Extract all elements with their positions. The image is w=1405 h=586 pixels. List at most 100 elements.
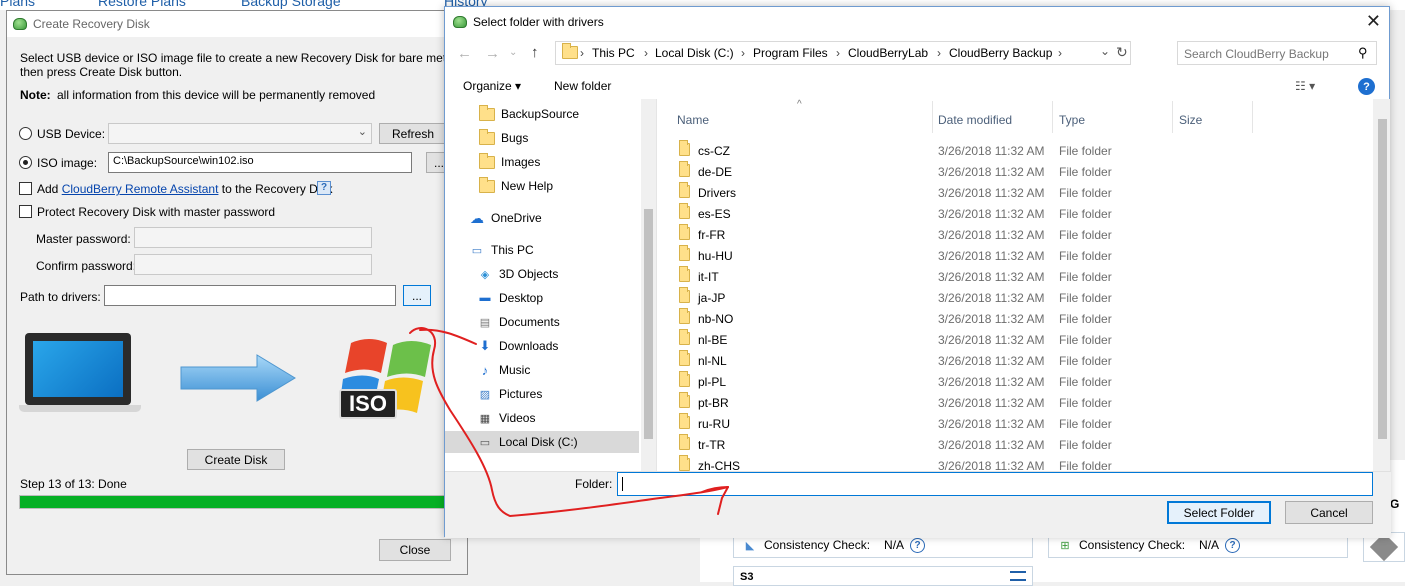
nav-scrollbar[interactable] — [641, 99, 656, 471]
breadcrumb-local-disk[interactable]: Local Disk (C:) — [655, 46, 734, 60]
column-size[interactable]: Size — [1179, 113, 1202, 127]
file-name: pt-BR — [698, 396, 729, 410]
file-row[interactable]: hu-HU 3/26/2018 11:32 AM File folder — [667, 245, 1367, 266]
file-row[interactable]: nb-NO 3/26/2018 11:32 AM File folder — [667, 308, 1367, 329]
confirm-password-input[interactable] — [134, 254, 372, 275]
address-bar[interactable]: › This PC › Local Disk (C:) › Program Fi… — [555, 41, 1131, 65]
drivers-browse-button[interactable]: ... — [403, 285, 431, 306]
desktop-icon: ▬ — [479, 292, 491, 304]
folder-icon — [679, 308, 690, 327]
file-row[interactable]: pl-PL 3/26/2018 11:32 AM File folder — [667, 371, 1367, 392]
iso-path-input[interactable]: C:\BackupSource\win102.iso — [108, 152, 412, 173]
nav-label: Desktop — [499, 291, 544, 305]
file-scrollbar[interactable] — [1375, 99, 1390, 471]
organize-menu[interactable]: Organize ▾ — [463, 79, 521, 93]
column-divider — [1052, 101, 1053, 133]
chevron-down-icon: ⌄ — [357, 126, 367, 138]
nav-item-this-pc[interactable]: ▭ This PC — [469, 239, 534, 261]
protect-password-checkbox[interactable] — [19, 205, 32, 218]
refresh-icon[interactable]: ↻ — [1116, 44, 1128, 61]
nav-label: Pictures — [499, 387, 543, 401]
nav-item-backupsource[interactable]: BackupSource — [479, 103, 579, 125]
nav-label: Videos — [499, 411, 536, 425]
file-type: File folder — [1059, 249, 1112, 263]
usb-device-select[interactable]: ⌄ — [108, 123, 372, 144]
tab-restore-plans[interactable]: Restore Plans — [98, 0, 186, 9]
master-password-input[interactable] — [134, 227, 372, 248]
add-suffix: to the Recovery Disk — [221, 182, 333, 196]
create-disk-button[interactable]: Create Disk — [187, 449, 285, 470]
file-row[interactable]: es-ES 3/26/2018 11:32 AM File folder — [667, 203, 1367, 224]
file-row[interactable]: tr-TR 3/26/2018 11:32 AM File folder — [667, 434, 1367, 455]
column-type[interactable]: Type — [1059, 113, 1085, 127]
nav-item-videos[interactable]: ▦ Videos — [477, 407, 536, 429]
search-box[interactable]: Search CloudBerry Backup ⚲ — [1177, 41, 1377, 65]
file-row[interactable]: de-DE 3/26/2018 11:32 AM File folder — [667, 161, 1367, 182]
nav-item-downloads[interactable]: ⬇ Downloads — [477, 335, 559, 357]
file-name: tr-TR — [698, 438, 726, 452]
file-date: 3/26/2018 11:32 AM — [938, 438, 1045, 452]
folder-input[interactable] — [617, 472, 1373, 496]
nav-item-new-help[interactable]: New Help — [479, 175, 553, 197]
nav-item-3d-objects[interactable]: ◈ 3D Objects — [477, 263, 559, 285]
file-date: 3/26/2018 11:32 AM — [938, 354, 1045, 368]
file-row[interactable]: ru-RU 3/26/2018 11:32 AM File folder — [667, 413, 1367, 434]
file-row[interactable]: it-IT 3/26/2018 11:32 AM File folder — [667, 266, 1367, 287]
file-row[interactable]: nl-BE 3/26/2018 11:32 AM File folder — [667, 329, 1367, 350]
help-icon[interactable]: ? — [1358, 78, 1375, 95]
search-icon: ⚲ — [1358, 45, 1368, 60]
tab-plans[interactable]: Plans — [0, 0, 35, 9]
nav-item-onedrive[interactable]: ☁ OneDrive — [469, 207, 542, 229]
tab-backup-storage[interactable]: Backup Storage — [241, 0, 341, 9]
file-row[interactable]: pt-BR 3/26/2018 11:32 AM File folder — [667, 392, 1367, 413]
view-options-icon[interactable]: ☷ ▾ — [1295, 79, 1315, 93]
column-name[interactable]: Name — [677, 113, 709, 127]
select-folder-button[interactable]: Select Folder — [1167, 501, 1271, 524]
file-row[interactable]: ja-JP 3/26/2018 11:32 AM File folder — [667, 287, 1367, 308]
breadcrumb-cloudberrylab[interactable]: CloudBerryLab — [848, 46, 928, 60]
back-arrow-icon[interactable]: ← — [457, 45, 472, 62]
up-arrow-icon[interactable]: ↑ — [531, 44, 539, 61]
address-dropdown-icon[interactable]: ⌄ — [1100, 44, 1110, 58]
nav-scrollbar-thumb[interactable] — [644, 209, 653, 439]
close-button[interactable]: Close — [379, 539, 451, 561]
refresh-button[interactable]: Refresh — [379, 123, 447, 144]
nav-item-desktop[interactable]: ▬ Desktop — [477, 287, 544, 309]
file-row[interactable]: nl-NL 3/26/2018 11:32 AM File folder — [667, 350, 1367, 371]
menu-icon[interactable] — [1010, 571, 1026, 581]
iso-image-radio[interactable] — [19, 156, 32, 169]
nav-item-images[interactable]: Images — [479, 151, 540, 173]
recent-chevron-icon[interactable]: ⌄ — [509, 47, 517, 58]
breadcrumb-this-pc[interactable]: This PC — [592, 46, 635, 60]
close-icon[interactable]: ✕ — [1366, 11, 1381, 32]
help-icon[interactable]: ? — [910, 537, 926, 553]
file-row[interactable]: zh-CHS 3/26/2018 11:32 AM File folder — [667, 455, 1367, 471]
navigation-pane: BackupSource Bugs Images New Help ☁ OneD… — [445, 99, 657, 471]
nav-item-music[interactable]: ♪ Music — [477, 359, 531, 381]
help-icon[interactable]: ? — [1225, 537, 1241, 553]
help-icon[interactable]: ? — [317, 181, 331, 195]
remote-assistant-checkbox[interactable] — [19, 182, 32, 195]
nav-item-local-disk[interactable]: ▭ Local Disk (C:) — [445, 431, 639, 453]
new-folder-button[interactable]: New folder — [554, 79, 611, 93]
consistency-label-2: Consistency Check: — [1079, 538, 1186, 552]
usb-device-radio[interactable] — [19, 127, 32, 140]
nav-item-bugs[interactable]: Bugs — [479, 127, 528, 149]
file-row[interactable]: fr-FR 3/26/2018 11:32 AM File folder — [667, 224, 1367, 245]
path-to-drivers-input[interactable] — [104, 285, 396, 306]
nav-item-documents[interactable]: ▤ Documents — [477, 311, 560, 333]
cancel-button[interactable]: Cancel — [1285, 501, 1373, 524]
file-row[interactable]: Drivers 3/26/2018 11:32 AM File folder — [667, 182, 1367, 203]
column-date-modified[interactable]: Date modified — [938, 113, 1012, 127]
file-row[interactable]: cs-CZ 3/26/2018 11:32 AM File folder — [667, 140, 1367, 161]
file-type: File folder — [1059, 417, 1112, 431]
nav-label: OneDrive — [491, 211, 542, 225]
file-date: 3/26/2018 11:32 AM — [938, 249, 1045, 263]
remote-assistant-link[interactable]: CloudBerry Remote Assistant — [62, 182, 219, 196]
forward-arrow-icon[interactable]: → — [485, 45, 500, 62]
nav-item-pictures[interactable]: ▨ Pictures — [477, 383, 543, 405]
breadcrumb-cloudberry-backup[interactable]: CloudBerry Backup — [949, 46, 1052, 60]
breadcrumb-program-files[interactable]: Program Files — [753, 46, 828, 60]
drive-icon: ▭ — [479, 436, 491, 449]
file-scrollbar-thumb[interactable] — [1378, 119, 1387, 439]
